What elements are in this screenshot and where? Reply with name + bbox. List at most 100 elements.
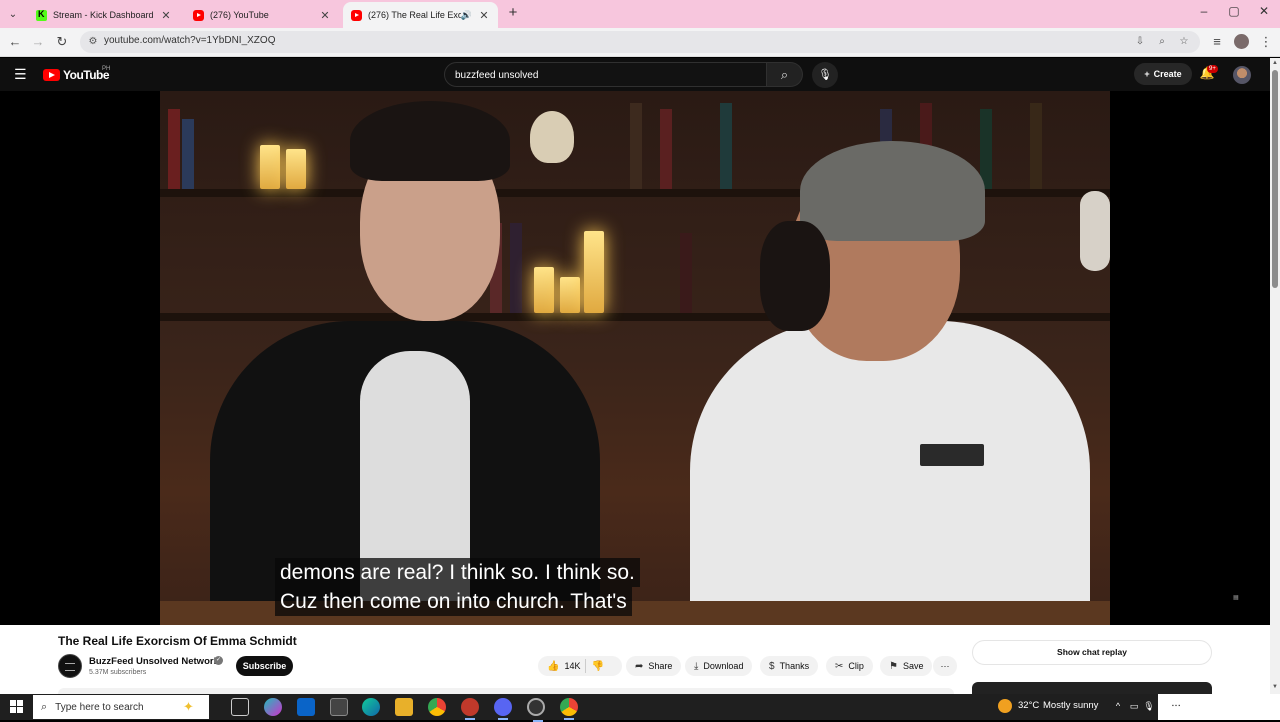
tray-chevron-icon[interactable]: ^ xyxy=(1112,700,1124,712)
chrome-active-icon[interactable] xyxy=(560,698,578,720)
microphone-icon: 🎙 xyxy=(818,69,832,81)
scroll-up-arrow-icon[interactable]: ▲ xyxy=(1271,60,1279,68)
weather-sun-icon[interactable] xyxy=(998,699,1012,713)
reload-icon[interactable]: ↻ xyxy=(53,33,71,51)
channel-watermark-icon[interactable]: ▦ xyxy=(1233,594,1253,604)
voice-search-button[interactable]: 🎙 xyxy=(812,62,838,88)
recommended-video-thumbnail[interactable] xyxy=(972,682,1212,694)
task-view-icon[interactable] xyxy=(231,698,249,716)
beanie xyxy=(800,141,985,241)
tray-preview-window[interactable]: ▪ ▪ ▪ xyxy=(1158,694,1280,720)
back-arrow-icon[interactable]: ← xyxy=(6,33,24,51)
zoom-icon[interactable]: ⌕ xyxy=(1155,35,1169,49)
thanks-button[interactable]: $ Thanks xyxy=(760,656,819,676)
microphone-tray-icon[interactable]: 🎙 xyxy=(1143,700,1155,712)
hand-prop xyxy=(1080,191,1110,271)
like-count[interactable]: 14K xyxy=(564,661,580,671)
skull-prop xyxy=(530,111,574,163)
youtube-logo[interactable]: YouTube xyxy=(43,68,110,82)
show-chat-replay-button[interactable]: Show chat replay xyxy=(972,640,1212,665)
windows-taskbar: ⌕ Type here to search ✦ 32°C Mostly sunn… xyxy=(0,694,1280,722)
youtube-icon xyxy=(351,9,362,21)
chrome-profile-icon[interactable] xyxy=(461,698,479,720)
candle xyxy=(584,231,604,313)
thanks-label: Thanks xyxy=(779,661,810,671)
site-settings-icon[interactable]: ⚙ xyxy=(86,35,100,49)
temperature[interactable]: 32°C xyxy=(1018,700,1039,711)
search-highlight-icon: ✦ xyxy=(183,699,194,714)
bookmark-icon: ⚑ xyxy=(889,660,898,672)
video-player[interactable]: demons are real? I think so. I think so.… xyxy=(0,91,1270,625)
page-scrollbar[interactable]: ▲ ▼ xyxy=(1270,58,1280,694)
more-actions-button[interactable]: ··· xyxy=(933,656,957,676)
network-icon[interactable]: ▭ xyxy=(1128,700,1140,712)
browser-toolbar: ← → ↻ ⚙ youtube.com/watch?v=1YbDNI_XZOQ … xyxy=(0,28,1280,57)
copilot-icon[interactable] xyxy=(264,698,282,716)
scissors-icon: ✂ xyxy=(835,660,844,672)
install-icon[interactable]: ⇩ xyxy=(1133,35,1147,49)
tab-close-icon[interactable]: ✕ xyxy=(319,9,331,22)
tab-close-icon[interactable]: ✕ xyxy=(160,9,172,22)
notification-count-badge: 9+ xyxy=(1207,65,1218,73)
outlook-icon[interactable] xyxy=(297,698,315,716)
new-tab-button[interactable]: + xyxy=(505,5,521,21)
search-input[interactable] xyxy=(455,68,755,82)
forward-arrow-icon[interactable]: → xyxy=(29,33,47,51)
speaker-icon[interactable]: 🔊 xyxy=(461,10,472,21)
channel-avatar[interactable] xyxy=(58,654,82,678)
tab-kick-dashboard[interactable]: Stream - Kick Dashboard ✕ xyxy=(28,2,180,28)
channel-name[interactable]: BuzzFeed Unsolved Network xyxy=(89,656,219,667)
discord-icon[interactable] xyxy=(494,698,512,720)
thumbs-up-icon[interactable]: 👍 xyxy=(547,661,559,672)
plus-icon: + xyxy=(1144,69,1150,79)
subscribe-button[interactable]: Subscribe xyxy=(236,656,293,676)
tab-youtube-home[interactable]: (276) YouTube ✕ xyxy=(185,2,339,28)
scroll-down-arrow-icon[interactable]: ▼ xyxy=(1271,684,1279,692)
search-button[interactable]: ⌕ xyxy=(767,62,803,87)
search-box[interactable] xyxy=(444,62,767,87)
caption-line: Cuz then come on into church. That's xyxy=(275,587,632,616)
tab-close-icon[interactable]: ✕ xyxy=(478,9,490,22)
maximize-button[interactable]: ▢ xyxy=(1219,4,1249,22)
person-right xyxy=(690,321,1090,625)
bookmark-star-icon[interactable]: ☆ xyxy=(1177,35,1191,49)
download-button[interactable]: ⤓ Download xyxy=(685,656,753,676)
minimize-button[interactable]: – xyxy=(1189,4,1219,22)
download-icon: ⤓ xyxy=(694,660,699,672)
save-button[interactable]: ⚑ Save xyxy=(880,656,933,676)
file-explorer-icon[interactable] xyxy=(395,698,413,716)
taskbar-search[interactable]: ⌕ Type here to search ✦ xyxy=(33,695,209,719)
windows-start-icon[interactable] xyxy=(10,700,23,713)
thumbs-down-icon[interactable]: 👎 xyxy=(591,661,603,672)
share-button[interactable]: ➦ Share xyxy=(626,656,682,676)
tab-exorcism-video[interactable]: (276) The Real Life Exorcism 🔊 ✕ xyxy=(343,2,498,28)
youtube-header: ☰ YouTube PH ⌕ 🎙 + Create 🔔 9+ xyxy=(0,58,1270,91)
share-arrow-icon: ➦ xyxy=(635,660,644,672)
verified-check-icon: ✓ xyxy=(214,656,223,665)
microsoft-store-icon[interactable] xyxy=(330,698,348,716)
create-label: Create xyxy=(1153,69,1182,79)
region-code: PH xyxy=(102,66,111,72)
chrome-icon[interactable] xyxy=(428,698,446,716)
tab-title: Stream - Kick Dashboard xyxy=(53,10,154,20)
chrome-menu-icon[interactable]: ⋮ xyxy=(1257,33,1275,51)
search-icon: ⌕ xyxy=(780,67,789,82)
youtube-icon xyxy=(193,9,204,21)
video-captions: demons are real? I think so. I think so.… xyxy=(275,558,640,616)
clip-button[interactable]: ✂ Clip xyxy=(826,656,873,676)
scroll-thumb[interactable] xyxy=(1272,70,1278,288)
create-button[interactable]: + Create xyxy=(1134,63,1192,85)
tab-search-icon[interactable]: ⌄ xyxy=(4,5,22,23)
weather-status[interactable]: Mostly sunny xyxy=(1043,700,1098,711)
browser-tab-strip: ⌄ Stream - Kick Dashboard ✕ (276) YouTub… xyxy=(0,0,1280,28)
profile-avatar[interactable] xyxy=(1234,34,1249,49)
hamburger-menu-icon[interactable]: ☰ xyxy=(14,67,30,81)
address-bar[interactable]: ⚙ youtube.com/watch?v=1YbDNI_XZOQ ⇩ ⌕ ☆ xyxy=(80,31,1200,53)
bookshelf xyxy=(160,313,1110,321)
media-controls-icon[interactable]: ≡ xyxy=(1208,33,1226,51)
close-window-button[interactable]: ✕ xyxy=(1249,4,1279,22)
obs-icon[interactable] xyxy=(527,698,545,722)
edge-icon[interactable] xyxy=(362,698,380,716)
like-dislike-group: 👍 14K 👎 xyxy=(538,656,622,676)
account-avatar[interactable] xyxy=(1233,66,1251,84)
